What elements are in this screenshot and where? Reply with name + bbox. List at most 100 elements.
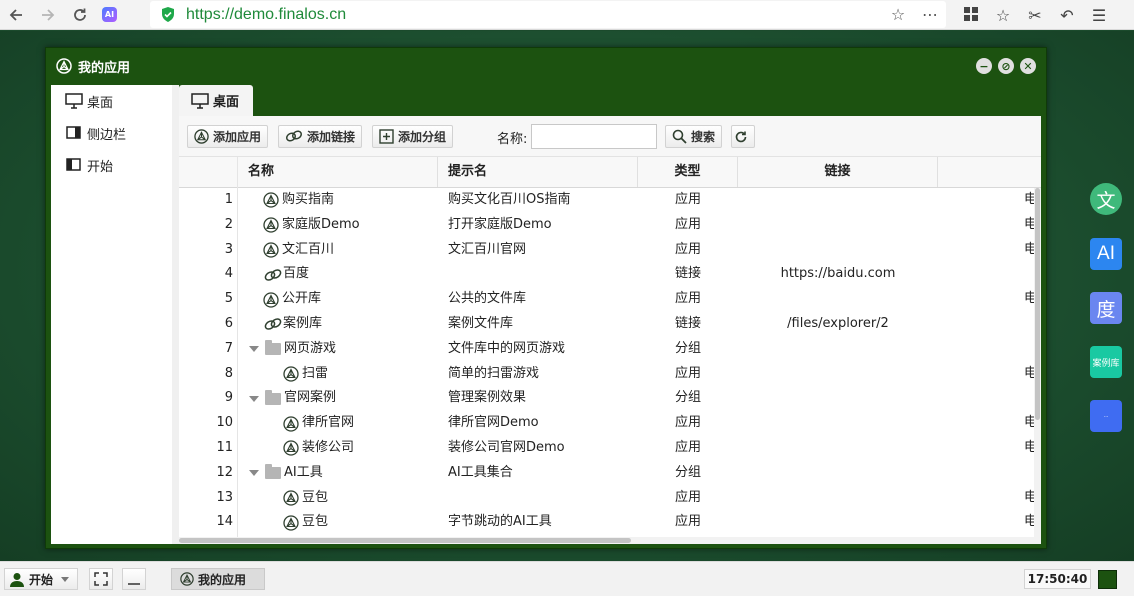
ai-app-icon[interactable]: AI: [1090, 238, 1122, 270]
apps-grid-icon[interactable]: [955, 6, 987, 25]
table-body: 1 购买指南 购买文化百川OS指南 应用电 2 家庭版Demo 打开家庭版Demo 应用电 3 文…: [179, 188, 1041, 538]
table-row[interactable]: 12 AI工具 AI工具集合 分组: [179, 461, 1041, 486]
maximize-icon[interactable]: ⊘: [998, 58, 1014, 74]
link-icon: [264, 268, 282, 281]
sidebar-item-desktop[interactable]: 桌面: [51, 85, 172, 117]
add-group-button[interactable]: 添加分组: [372, 124, 454, 148]
table-row[interactable]: 1 购买指南 购买文化百川OS指南 应用电: [179, 188, 1041, 213]
row-name-label: 案例库: [283, 316, 323, 331]
table-row[interactable]: 3 文汇百川 文汇百川官网 应用电: [179, 238, 1041, 263]
monitor-icon: [191, 92, 209, 109]
row-link: [738, 213, 938, 238]
row-link: [738, 337, 938, 362]
horizontal-scrollbar[interactable]: [179, 537, 1041, 544]
row-name: 百度: [263, 262, 438, 287]
address-bar[interactable]: https://demo.finalos.cn ☆ ⋯: [150, 1, 946, 28]
name-label: 名称:: [497, 132, 528, 147]
start-button[interactable]: 开始: [4, 568, 78, 590]
expand-arrow-icon[interactable]: [249, 470, 259, 477]
table-row[interactable]: 11 装修公司 装修公司官网Demo 应用电: [179, 436, 1041, 461]
row-type: 应用: [674, 241, 701, 257]
row-name-label: 扫雷: [302, 365, 329, 381]
expand-arrow-icon[interactable]: [249, 346, 259, 353]
row-link: [738, 238, 938, 263]
row-number: 12: [216, 464, 233, 480]
start-panel-icon: [66, 158, 81, 171]
table-row[interactable]: 14 豆包 字节跳动的AI工具 应用电: [179, 510, 1041, 535]
favorites-list-icon[interactable]: ☆: [987, 6, 1019, 25]
row-link: [738, 510, 938, 535]
wen-app-icon[interactable]: 文: [1090, 183, 1122, 215]
table-row[interactable]: 8 扫雷 简单的扫雷游戏 应用电: [179, 362, 1041, 387]
header-link[interactable]: 链接: [738, 157, 938, 187]
menu-icon[interactable]: ☰: [1083, 6, 1115, 25]
show-desktop-button[interactable]: [122, 568, 146, 590]
arrow-right-icon: [42, 8, 55, 21]
row-type: 应用: [674, 415, 701, 431]
ai-extension-icon[interactable]: AI: [102, 7, 117, 22]
taskbar-item-my-apps[interactable]: 我的应用: [171, 568, 265, 590]
window-titlebar[interactable]: 我的应用: [46, 48, 1046, 84]
add-link-button[interactable]: 添加链接: [278, 124, 363, 148]
sidebar-splitter[interactable]: [172, 85, 179, 544]
table-row[interactable]: 10 律所官网 律所官网Demo 应用电: [179, 411, 1041, 436]
minimize-icon[interactable]: −: [976, 58, 992, 74]
scissors-icon[interactable]: ✂: [1019, 6, 1051, 25]
row-name: 扫雷: [283, 362, 438, 387]
taskbar-item-label: 我的应用: [198, 572, 247, 587]
table-row[interactable]: 7 网页游戏 文件库中的网页游戏 分组: [179, 337, 1041, 362]
row-type: 链接: [674, 266, 701, 282]
row-name-label: 百度: [283, 266, 310, 282]
table-row[interactable]: 9 官网案例 管理案例效果 分组: [179, 386, 1041, 411]
star-icon[interactable]: ☆: [882, 5, 914, 24]
table-row[interactable]: 5 公开库 公共的文件库 应用电: [179, 287, 1041, 312]
row-name: 律所官网: [283, 411, 438, 436]
header-name[interactable]: 名称: [238, 157, 438, 187]
theme-color-button[interactable]: [1098, 570, 1117, 589]
search-label: 搜索: [691, 130, 716, 144]
case-library-icon[interactable]: 案例库: [1090, 346, 1122, 378]
url-text: https://demo.finalos.cn: [186, 5, 347, 23]
baidu-app-icon[interactable]: 度: [1090, 292, 1122, 324]
expand-arrow-icon[interactable]: [249, 395, 259, 402]
row-name-label: 网页游戏: [284, 340, 337, 356]
reload-button[interactable]: [64, 0, 96, 30]
header-support[interactable]: 支持: [938, 157, 1042, 187]
more-icon[interactable]: ⋯: [914, 5, 946, 24]
horizontal-scroll-thumb[interactable]: [179, 538, 631, 543]
row-hint: 文件库中的网页游戏: [448, 340, 566, 356]
fullscreen-icon: [94, 572, 108, 586]
sidebar-item-sidebar[interactable]: 侧边栏: [51, 117, 172, 149]
header-hint[interactable]: 提示名: [438, 157, 638, 187]
vertical-scrollbar[interactable]: [1034, 188, 1041, 538]
tab-desktop[interactable]: 桌面: [179, 85, 253, 116]
row-number: 11: [216, 440, 233, 455]
refresh-icon: [735, 131, 747, 142]
row-number: 9: [224, 390, 233, 406]
blue-app-icon[interactable]: ...: [1090, 400, 1122, 432]
back-button[interactable]: [0, 0, 32, 30]
name-search-input[interactable]: [531, 124, 657, 149]
taskbar: 开始 我的应用 17:50:40: [0, 561, 1134, 596]
table-row[interactable]: 2 家庭版Demo 打开家庭版Demo 应用电: [179, 213, 1041, 238]
table-row[interactable]: 6 案例库 案例文件库 链接/files/explorer/2: [179, 312, 1041, 337]
search-button[interactable]: 搜索: [665, 125, 723, 148]
table-row[interactable]: 4 百度 链接 https://baidu.com: [179, 262, 1041, 287]
close-icon[interactable]: ✕: [1020, 58, 1036, 74]
refresh-button[interactable]: [731, 125, 755, 148]
row-type: 分组: [674, 464, 701, 480]
row-link: /files/explorer/2: [787, 316, 889, 331]
row-hint: AI工具集合: [448, 464, 513, 480]
fullscreen-button[interactable]: [89, 568, 113, 590]
row-number: 10: [216, 415, 233, 431]
add-app-button[interactable]: 添加应用: [187, 124, 269, 148]
row-type: 应用: [674, 365, 701, 381]
undo-icon[interactable]: ↶: [1051, 6, 1083, 25]
row-hint: [448, 486, 638, 511]
vertical-scroll-thumb[interactable]: [1035, 188, 1040, 420]
table-row[interactable]: 13 豆包 应用电: [179, 486, 1041, 511]
header-type[interactable]: 类型: [638, 157, 738, 187]
forward-button[interactable]: [32, 0, 64, 30]
sidebar-item-start[interactable]: 开始: [51, 149, 172, 181]
sidebar-panel-icon: [66, 126, 81, 139]
